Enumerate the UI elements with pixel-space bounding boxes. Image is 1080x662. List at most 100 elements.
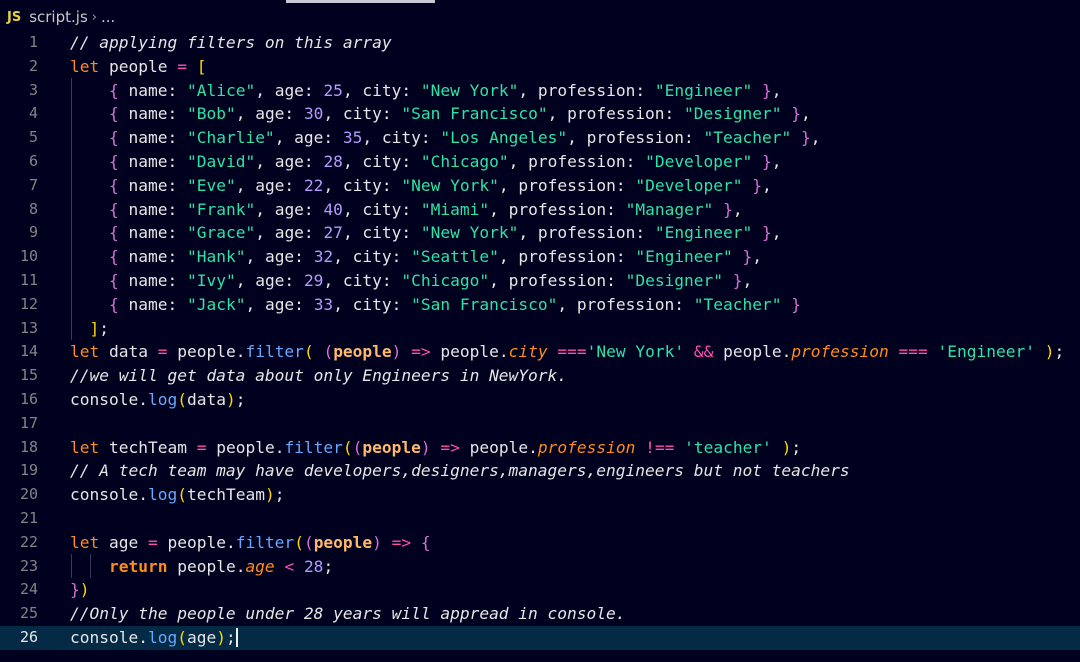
code-token: people. <box>459 437 538 457</box>
code-line[interactable]: 21 <box>0 507 1080 531</box>
code-text[interactable]: // A tech team may have developers,desig… <box>70 459 850 483</box>
breadcrumb[interactable]: JS script.js › ... <box>0 4 115 30</box>
code-token: people <box>333 342 392 362</box>
code-text[interactable]: { name: "David", age: 28, city: "Chicago… <box>70 150 782 174</box>
code-line[interactable]: 20 console.log(techTeam); <box>0 483 1080 507</box>
code-token: ( <box>342 437 353 457</box>
code-text[interactable]: console.log(age); <box>70 626 238 650</box>
code-line[interactable]: 5 { name: "Charlie", age: 35, city: "Los… <box>0 126 1080 150</box>
code-text[interactable]: let techTeam = people.filter((people) =>… <box>70 436 801 460</box>
code-line[interactable]: 6 { name: "David", age: 28, city: "Chica… <box>0 150 1080 174</box>
code-line[interactable]: 23 return people.age < 28; <box>0 555 1080 579</box>
code-line[interactable]: 4 { name: "Bob", age: 30, city: "San Fra… <box>0 102 1080 126</box>
code-token: "Bob" <box>186 104 236 124</box>
code-line[interactable]: 1 // applying filters on this array <box>0 31 1080 55</box>
code-token: , <box>752 247 763 267</box>
code-line[interactable]: 9 { name: "Grace", age: 27, city: "New Y… <box>0 221 1080 245</box>
code-text[interactable]: //Only the people under 28 years will ap… <box>70 602 626 626</box>
code-text[interactable]: { name: "Hank", age: 32, city: "Seattle"… <box>70 245 762 269</box>
code-token: , city: <box>342 152 421 171</box>
line-number: 26 <box>19 628 38 646</box>
code-text[interactable]: { name: "Charlie", age: 35, city: "Los A… <box>70 126 821 150</box>
code-editor[interactable]: 1 // applying filters on this array 2 let p… <box>0 31 1080 662</box>
code-token: people. <box>157 532 236 552</box>
code-text[interactable]: console.log(techTeam); <box>70 483 284 507</box>
code-line[interactable]: 22 let age = people.filter((people) => { <box>0 531 1080 555</box>
code-line[interactable]: 16 console.log(data); <box>0 388 1080 412</box>
code-text[interactable]: let people = [ <box>70 55 206 79</box>
code-text[interactable]: { name: "Ivy", age: 29, city: "Chicago",… <box>70 269 752 293</box>
code-line[interactable]: 18 let techTeam = people.filter((people) … <box>0 436 1080 460</box>
code-token: ; <box>99 318 109 338</box>
code-text[interactable]: { name: "Grace", age: 27, city: "New Yor… <box>70 221 782 245</box>
breadcrumb-file[interactable]: script.js <box>29 8 88 26</box>
code-token: { <box>108 247 119 267</box>
code-text[interactable]: { name: "Alice", age: 25, city: "New Yor… <box>70 79 782 103</box>
code-line[interactable]: 13 ]; <box>0 317 1080 341</box>
code-token: , age: <box>235 175 304 195</box>
code-token: , profession: <box>518 223 655 243</box>
code-text[interactable]: //we will get data about only Engineers … <box>70 364 567 388</box>
code-token: profession <box>537 437 636 457</box>
code-line[interactable]: 12 { name: "Jack", age: 33, city: "San F… <box>0 293 1080 317</box>
code-text[interactable]: let data = people.filter( (people) => pe… <box>70 340 1064 364</box>
code-token: ( <box>303 532 314 552</box>
code-line[interactable]: 25 //Only the people under 28 years will … <box>0 602 1080 626</box>
code-line[interactable]: 14 let data = people.filter( (people) => … <box>0 340 1080 364</box>
code-text[interactable]: console.log(data); <box>70 388 245 412</box>
line-number: 25 <box>19 604 38 623</box>
line-number: 17 <box>19 413 38 432</box>
code-line[interactable]: 19 // A tech team may have developers,des… <box>0 459 1080 483</box>
code-token: name: <box>118 80 187 100</box>
code-text[interactable]: { name: "Bob", age: 30, city: "San Franc… <box>70 102 811 126</box>
code-line[interactable]: 2 let people = [ <box>0 55 1080 79</box>
code-token: ) <box>391 342 402 362</box>
code-token: } <box>732 271 743 290</box>
code-token: //Only the people under 28 years will ap… <box>70 604 626 624</box>
code-line[interactable]: 15 //we will get data about only Engineer… <box>0 364 1080 388</box>
code-token: { <box>108 104 119 124</box>
code-line[interactable]: 26 console.log(age); <box>0 626 1080 650</box>
code-text[interactable]: return people.age < 28; <box>70 555 333 579</box>
code-token: } <box>791 294 802 314</box>
code-line[interactable]: 8 { name: "Frank", age: 40, city: "Miami… <box>0 198 1080 222</box>
code-token: , profession: <box>498 175 636 195</box>
code-token: 'New York' <box>586 342 685 362</box>
line-number: 14 <box>19 342 38 361</box>
code-token: ; <box>274 485 285 505</box>
code-token: 40 <box>323 199 343 219</box>
code-text[interactable]: ]; <box>70 317 110 341</box>
code-line[interactable]: 3 { name: "Alice", age: 25, city: "New Y… <box>0 79 1080 103</box>
code-token: let <box>70 342 100 362</box>
code-line[interactable]: 24}) <box>0 578 1080 602</box>
code-token: // applying filters on this array <box>70 33 392 52</box>
line-number: 5 <box>28 128 38 147</box>
code-token: , age: <box>274 128 343 148</box>
code-token: ( <box>323 342 334 362</box>
code-token: { <box>108 271 119 290</box>
code-line[interactable]: 10 { name: "Hank", age: 32, city: "Seatt… <box>0 245 1080 269</box>
code-text[interactable]: { name: "Frank", age: 40, city: "Miami",… <box>70 198 743 222</box>
code-text[interactable]: let age = people.filter((people) => { <box>70 531 431 555</box>
code-token: city <box>508 342 548 362</box>
code-text[interactable]: }) <box>70 578 90 602</box>
line-number: 7 <box>28 175 38 194</box>
code-text[interactable]: { name: "Eve", age: 22, city: "New York"… <box>70 174 772 198</box>
code-text[interactable]: { name: "Jack", age: 33, city: "San Fran… <box>70 293 801 317</box>
line-number: 6 <box>28 152 38 170</box>
code-line[interactable]: 11 { name: "Ivy", age: 29, city: "Chicag… <box>0 269 1080 293</box>
code-token: 30 <box>303 104 324 124</box>
code-line[interactable]: 7 { name: "Eve", age: 22, city: "New Yor… <box>0 174 1080 198</box>
code-line[interactable]: 17 <box>0 412 1080 436</box>
code-text[interactable]: // applying filters on this array <box>70 31 392 55</box>
code-token: ) <box>372 532 382 552</box>
code-token: "Chicago" <box>420 152 509 171</box>
breadcrumb-symbols[interactable]: ... <box>101 8 115 26</box>
